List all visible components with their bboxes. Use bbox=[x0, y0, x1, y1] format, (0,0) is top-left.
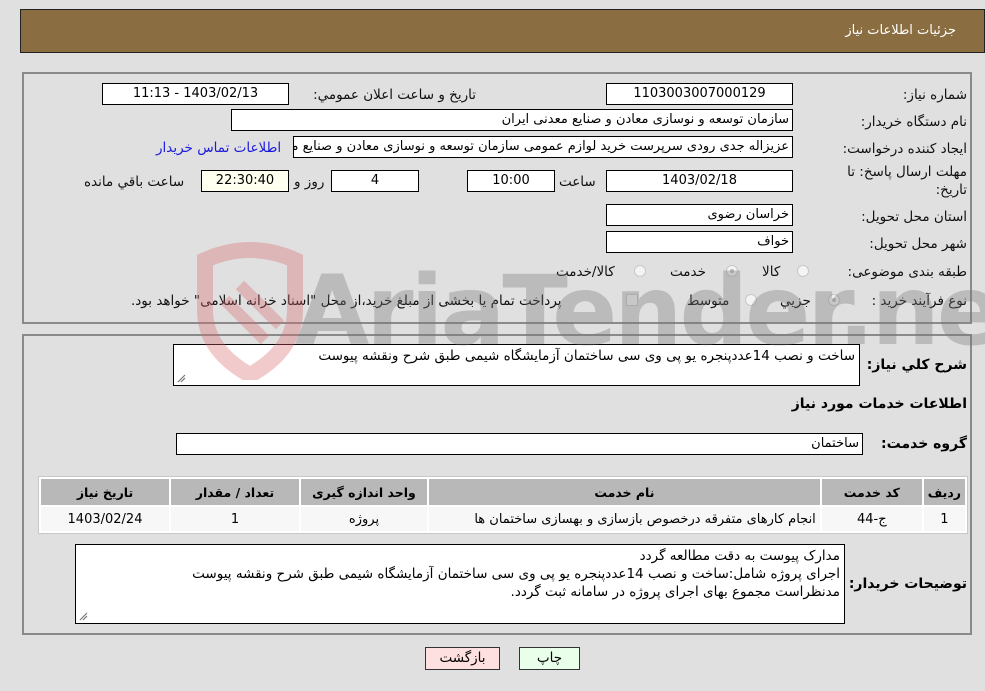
time-remaining-label: ساعت باقي مانده bbox=[84, 174, 185, 190]
cell-row: 1 bbox=[923, 507, 965, 531]
summary-label: شرح کلي نياز: bbox=[866, 357, 967, 373]
table-row: 1 ج-44 انجام کارهای متفرقه درخصوص بازساز… bbox=[41, 507, 965, 531]
treasury-checkbox[interactable] bbox=[626, 294, 638, 306]
city-label: شهر محل تحویل: bbox=[869, 236, 967, 252]
time-remaining-field: 22:30:40 bbox=[201, 170, 289, 192]
category-radio-goods-service[interactable] bbox=[634, 265, 646, 277]
col-unit: واحد اندازه گیری bbox=[301, 479, 427, 505]
process-option-minor: جزيي bbox=[780, 293, 811, 309]
need-number-field: 1103003007000129 bbox=[606, 83, 793, 105]
announce-datetime-field: 1403/02/13 - 11:13 bbox=[102, 83, 289, 105]
category-option-goods: کالا bbox=[762, 264, 781, 280]
requester-field: عزیزاله جدی رودی سرپرست خرید لوازم عمومی… bbox=[293, 136, 793, 158]
col-service-name: نام خدمت bbox=[429, 479, 820, 505]
deadline-date-field: 1403/02/18 bbox=[606, 170, 793, 192]
buyer-contact-link[interactable]: اطلاعات تماس خریدار bbox=[156, 140, 281, 156]
buyer-notes-line: مدنظراست مجموع بهای اجرای پروژه در سامان… bbox=[510, 584, 840, 600]
page-title: جزئیات اطلاعات نیاز bbox=[845, 23, 956, 38]
cell-unit: پروژه bbox=[301, 507, 427, 531]
need-number-label: شماره نیاز: bbox=[902, 87, 967, 103]
print-button[interactable]: چاپ bbox=[519, 647, 580, 670]
process-option-medium: متوسط bbox=[687, 293, 730, 309]
category-option-goods-service: کالا/خدمت bbox=[556, 264, 615, 280]
resize-grip-icon[interactable] bbox=[78, 611, 88, 621]
col-need-date: تاریخ نیاز bbox=[41, 479, 169, 505]
days-remaining-field: 4 bbox=[331, 170, 419, 192]
province-label: استان محل تحویل: bbox=[861, 209, 967, 225]
deadline-label: مهلت ارسال پاسخ: تا bbox=[847, 164, 967, 180]
days-label: روز و bbox=[294, 174, 325, 190]
table-header-row: ردیف کد خدمت نام خدمت واحد اندازه گیری ت… bbox=[41, 479, 965, 505]
province-field: خراسان رضوی bbox=[606, 204, 793, 226]
services-table: ردیف کد خدمت نام خدمت واحد اندازه گیری ت… bbox=[38, 476, 968, 534]
buyer-notes-textarea[interactable]: مدارک پیوست به دقت مطالعه گردد اجرای پرو… bbox=[75, 544, 845, 624]
service-group-label: گروه خدمت: bbox=[881, 436, 967, 452]
cell-service-code: ج-44 bbox=[821, 507, 922, 531]
buyer-notes-line: اجرای پروژه شامل:ساخت و نصب 14عددپنجره ی… bbox=[192, 566, 840, 582]
page-header: جزئیات اطلاعات نیاز bbox=[20, 9, 985, 53]
deadline-time-field: 10:00 bbox=[467, 170, 555, 192]
col-quantity: تعداد / مقدار bbox=[171, 479, 299, 505]
cell-need-date: 1403/02/24 bbox=[41, 507, 169, 531]
service-group-field: ساختمان bbox=[176, 433, 863, 455]
category-radio-service[interactable] bbox=[726, 265, 738, 277]
buyer-notes-line: مدارک پیوست به دقت مطالعه گردد bbox=[639, 548, 840, 564]
category-label: طبقه بندی موضوعی: bbox=[847, 264, 967, 280]
requester-label: ایجاد کننده درخواست: bbox=[842, 141, 967, 157]
process-radio-medium[interactable] bbox=[745, 294, 757, 306]
treasury-note: پرداخت تمام یا بخشی از مبلغ خرید،از محل … bbox=[131, 293, 562, 309]
city-field: خواف bbox=[606, 231, 793, 253]
announce-datetime-label: تاریخ و ساعت اعلان عمومي: bbox=[313, 87, 476, 103]
services-heading: اطلاعات خدمات مورد نیاز bbox=[791, 396, 967, 412]
cell-quantity: 1 bbox=[171, 507, 299, 531]
summary-text: ساخت و نصب 14عددپنجره یو پی وی سی ساختما… bbox=[318, 348, 855, 364]
process-type-label: نوع فرآیند خرید : bbox=[871, 293, 967, 309]
buyer-notes-label: توضیحات خریدار: bbox=[848, 576, 967, 592]
buyer-org-label: نام دستگاه خريدار: bbox=[860, 114, 967, 130]
cell-service-name: انجام کارهای متفرقه درخصوص بازسازی و بهس… bbox=[429, 507, 820, 531]
process-radio-minor[interactable] bbox=[828, 294, 840, 306]
deadline-label-date: تاریخ: bbox=[935, 182, 967, 198]
col-row: ردیف bbox=[923, 479, 965, 505]
category-option-service: خدمت bbox=[670, 264, 706, 280]
resize-grip-icon[interactable] bbox=[176, 373, 186, 383]
services-table-wrap: ردیف کد خدمت نام خدمت واحد اندازه گیری ت… bbox=[38, 476, 968, 534]
col-service-code: کد خدمت bbox=[821, 479, 922, 505]
back-button[interactable]: بازگشت bbox=[425, 647, 500, 670]
category-radio-goods[interactable] bbox=[797, 265, 809, 277]
buyer-org-field: سازمان توسعه و نوسازی معادن و صنایع معدن… bbox=[231, 109, 793, 131]
deadline-time-label: ساعت bbox=[559, 174, 596, 190]
summary-textarea[interactable]: ساخت و نصب 14عددپنجره یو پی وی سی ساختما… bbox=[173, 344, 860, 386]
